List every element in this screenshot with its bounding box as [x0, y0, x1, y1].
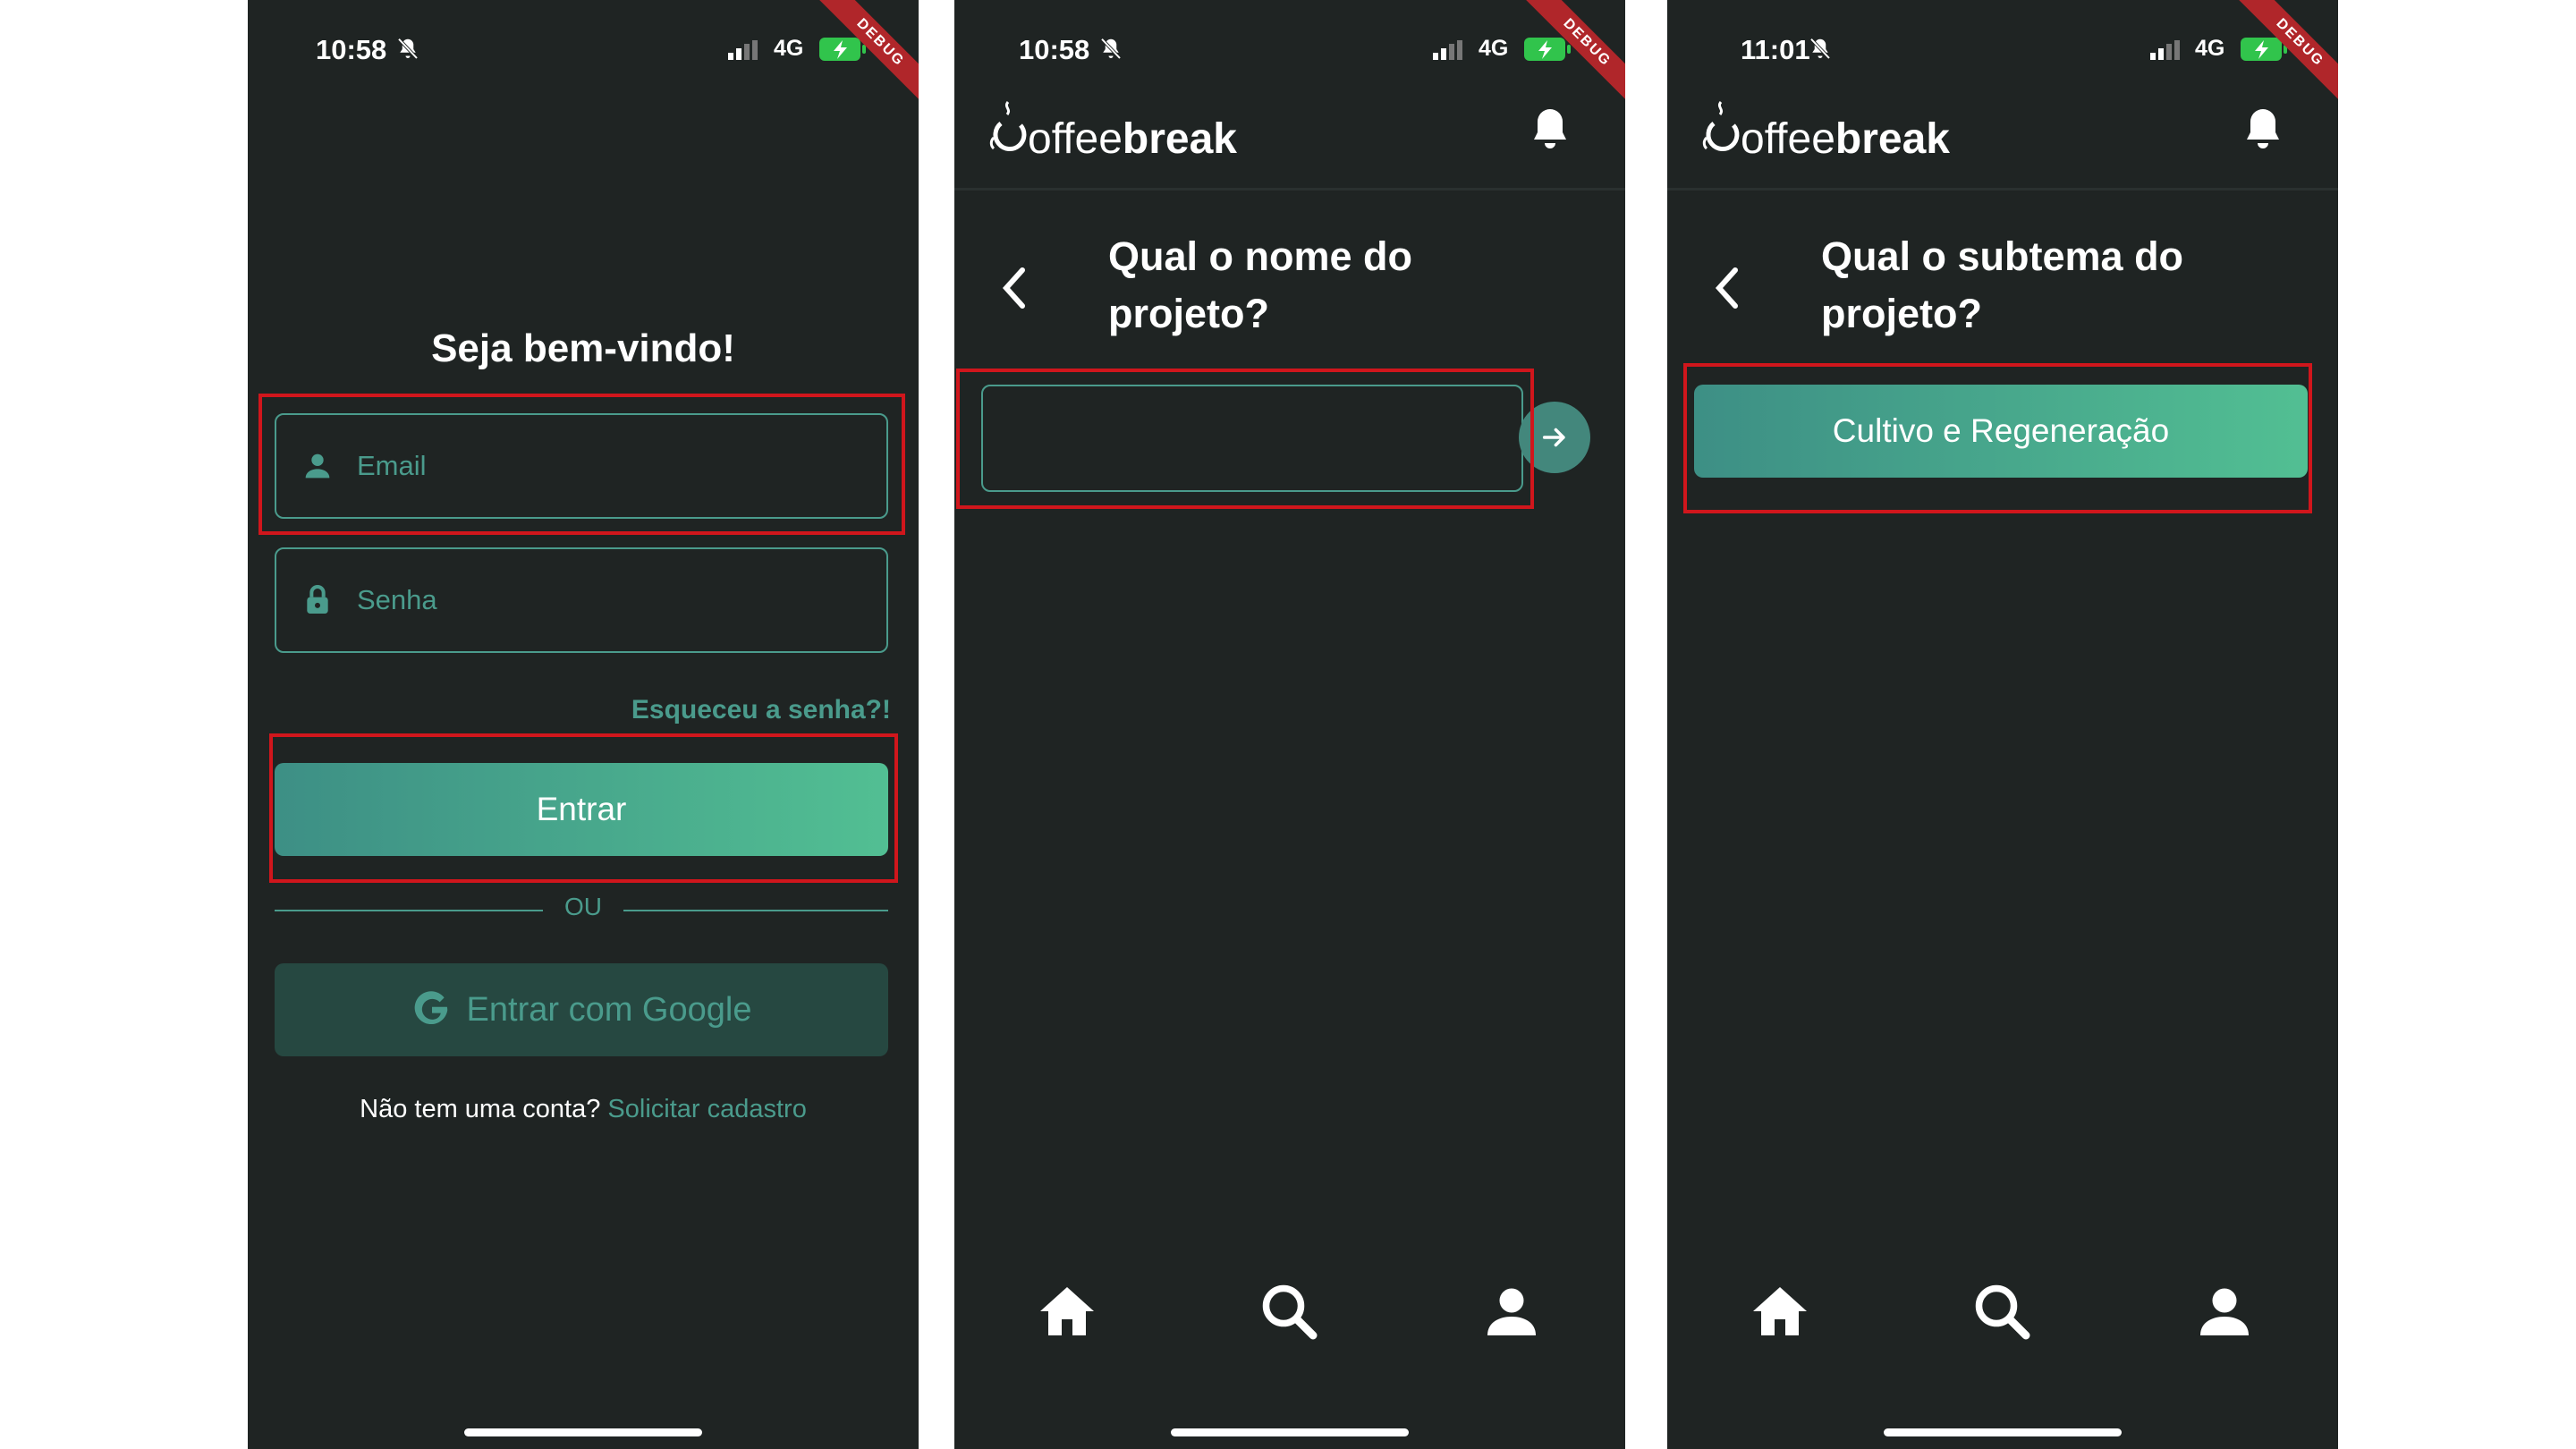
question-line: Qual o nome do — [1108, 233, 1413, 279]
forgot-password-link[interactable]: Esqueceu a senha?! — [631, 695, 891, 725]
bell-slash-icon — [1100, 38, 1122, 60]
network-type: 4G — [774, 36, 804, 61]
lock-icon — [307, 585, 328, 614]
status-time: 11:01 — [1741, 34, 1810, 65]
search-icon[interactable] — [1970, 1279, 2034, 1343]
home-indicator — [1171, 1428, 1409, 1436]
question-line: projeto? — [1821, 291, 1982, 336]
network-type: 4G — [2195, 36, 2225, 61]
logo-text-bold: break — [1122, 115, 1237, 163]
google-icon — [414, 991, 447, 1025]
arrow-right-icon — [1542, 428, 1565, 447]
welcome-title: Seja bem-vindo! — [431, 326, 735, 370]
signup-text: Não tem uma conta? — [360, 1095, 601, 1123]
bell-slash-icon — [397, 38, 419, 60]
divider-text: OU — [564, 893, 602, 920]
login-screen: 10:58 4G DEBUG Seja bem-vindo! Email Sen… — [248, 0, 919, 1449]
status-time: 10:58 — [316, 34, 387, 65]
google-button-label: Entrar com Google — [466, 990, 752, 1029]
profile-icon[interactable] — [1479, 1279, 1544, 1343]
coffeebreak-logo: offee break — [987, 89, 1237, 161]
project-subtheme-screen: 11:01 4G DEBUG offee break Qual o subtem… — [1667, 0, 2338, 1449]
appbar-divider — [1667, 188, 2338, 191]
divider-line — [275, 910, 543, 911]
password-placeholder: Senha — [357, 584, 437, 615]
divider-line — [623, 910, 888, 911]
appbar-divider — [954, 188, 1625, 191]
question-line: projeto? — [1108, 291, 1269, 336]
home-indicator — [1884, 1428, 2122, 1436]
logo-text-light: offee — [1741, 115, 1835, 163]
question-title: Qual o subtema do projeto? — [1821, 228, 2304, 343]
signup-prompt: Não tem uma conta? Solicitar cadastro — [248, 1095, 919, 1124]
coffeebreak-logo: offee break — [1699, 89, 1950, 161]
question-title: Qual o nome do projeto? — [1108, 228, 1591, 343]
coffee-cup-icon — [989, 101, 1027, 152]
signal-icon — [728, 40, 758, 60]
home-icon[interactable] — [1035, 1279, 1099, 1343]
profile-icon[interactable] — [2192, 1279, 2257, 1343]
notification-bell-icon[interactable] — [2241, 106, 2284, 152]
battery-icon — [1524, 38, 1571, 61]
question-line: Qual o subtema do — [1821, 233, 2184, 279]
home-icon[interactable] — [1748, 1279, 1812, 1343]
signal-icon — [1433, 40, 1462, 60]
network-type: 4G — [1479, 36, 1509, 61]
logo-text-bold: break — [1835, 115, 1950, 163]
project-name-screen: 10:58 4G DEBUG offee break Qual o nome d… — [954, 0, 1625, 1449]
back-arrow-icon[interactable] — [1001, 265, 1028, 311]
highlight-box-email — [258, 394, 905, 535]
highlight-box-project-name — [956, 369, 1534, 509]
password-field[interactable]: Senha — [275, 547, 888, 653]
google-login-button[interactable]: Entrar com Google — [275, 963, 888, 1056]
coffee-cup-icon — [1702, 101, 1740, 152]
search-icon[interactable] — [1257, 1279, 1321, 1343]
status-time: 10:58 — [1019, 34, 1090, 65]
back-arrow-icon[interactable] — [1714, 265, 1741, 311]
bell-slash-icon — [1809, 38, 1831, 60]
highlight-box-subtheme — [1683, 363, 2312, 513]
signup-link[interactable]: Solicitar cadastro — [607, 1095, 806, 1123]
home-indicator — [464, 1428, 702, 1436]
notification-bell-icon[interactable] — [1529, 106, 1572, 152]
logo-text-light: offee — [1028, 115, 1123, 163]
highlight-box-login-button — [269, 733, 898, 883]
signal-icon — [2150, 40, 2180, 60]
